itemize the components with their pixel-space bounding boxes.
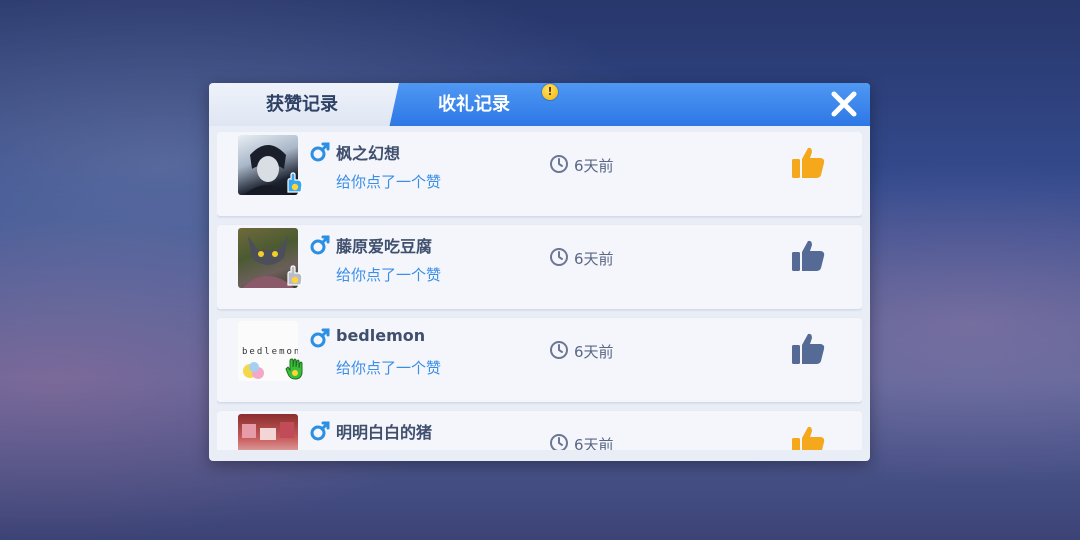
username[interactable]: bedlemon bbox=[336, 326, 425, 345]
clock-icon bbox=[550, 248, 568, 266]
time-label: 6天前 bbox=[574, 343, 614, 361]
male-icon bbox=[310, 235, 330, 255]
alert-icon: ! bbox=[542, 84, 558, 100]
username[interactable]: 藤原爱吃豆腐 bbox=[336, 233, 432, 257]
hand-badge-icon bbox=[285, 358, 303, 380]
thumbs-up-icon[interactable] bbox=[789, 144, 827, 182]
action-text: 给你点了一个赞 bbox=[336, 173, 442, 191]
time-label: 6天前 bbox=[574, 157, 614, 175]
clock-icon bbox=[550, 434, 568, 450]
male-icon bbox=[310, 421, 330, 441]
hand-badge-icon bbox=[287, 172, 303, 193]
male-icon bbox=[310, 142, 330, 162]
thumbs-up-icon[interactable] bbox=[789, 237, 827, 275]
action-text: 给你点了一个赞 bbox=[336, 266, 442, 284]
time-label: 6天前 bbox=[574, 436, 614, 450]
close-icon[interactable] bbox=[827, 87, 861, 121]
list-item: 明明白白的猪 6天前 bbox=[217, 411, 862, 450]
male-icon bbox=[310, 328, 330, 348]
list-item: 枫之幻想 给你点了一个赞 6天前 bbox=[217, 132, 862, 216]
list-item: bedlemon bedlemon 给你点了一个赞 6天前 bbox=[217, 318, 862, 402]
action-text: 给你点了一个赞 bbox=[336, 359, 442, 377]
tab-bar: 获赞记录 收礼记录 ! bbox=[209, 83, 870, 126]
username[interactable]: 枫之幻想 bbox=[336, 140, 400, 164]
thumbs-up-icon[interactable] bbox=[789, 423, 827, 450]
hand-badge-icon bbox=[287, 265, 303, 286]
username[interactable]: 明明白白的猪 bbox=[336, 419, 432, 443]
praise-list[interactable]: 枫之幻想 给你点了一个赞 6天前 藤原爱吃豆腐 给你点了一个赞 6天前 bedl… bbox=[217, 132, 862, 450]
clock-icon bbox=[550, 155, 568, 173]
tab-gift-records[interactable]: 收礼记录 bbox=[438, 83, 510, 126]
records-dialog: 获赞记录 收礼记录 ! 枫之幻想 给你点了一个赞 6天前 藤原爱吃豆腐 给你点了… bbox=[209, 83, 870, 461]
tab-praise-records[interactable]: 获赞记录 bbox=[266, 83, 338, 126]
clock-icon bbox=[550, 341, 568, 359]
thumbs-up-icon[interactable] bbox=[789, 330, 827, 368]
time-label: 6天前 bbox=[574, 250, 614, 268]
list-item: 藤原爱吃豆腐 给你点了一个赞 6天前 bbox=[217, 225, 862, 309]
avatar[interactable] bbox=[238, 414, 298, 450]
